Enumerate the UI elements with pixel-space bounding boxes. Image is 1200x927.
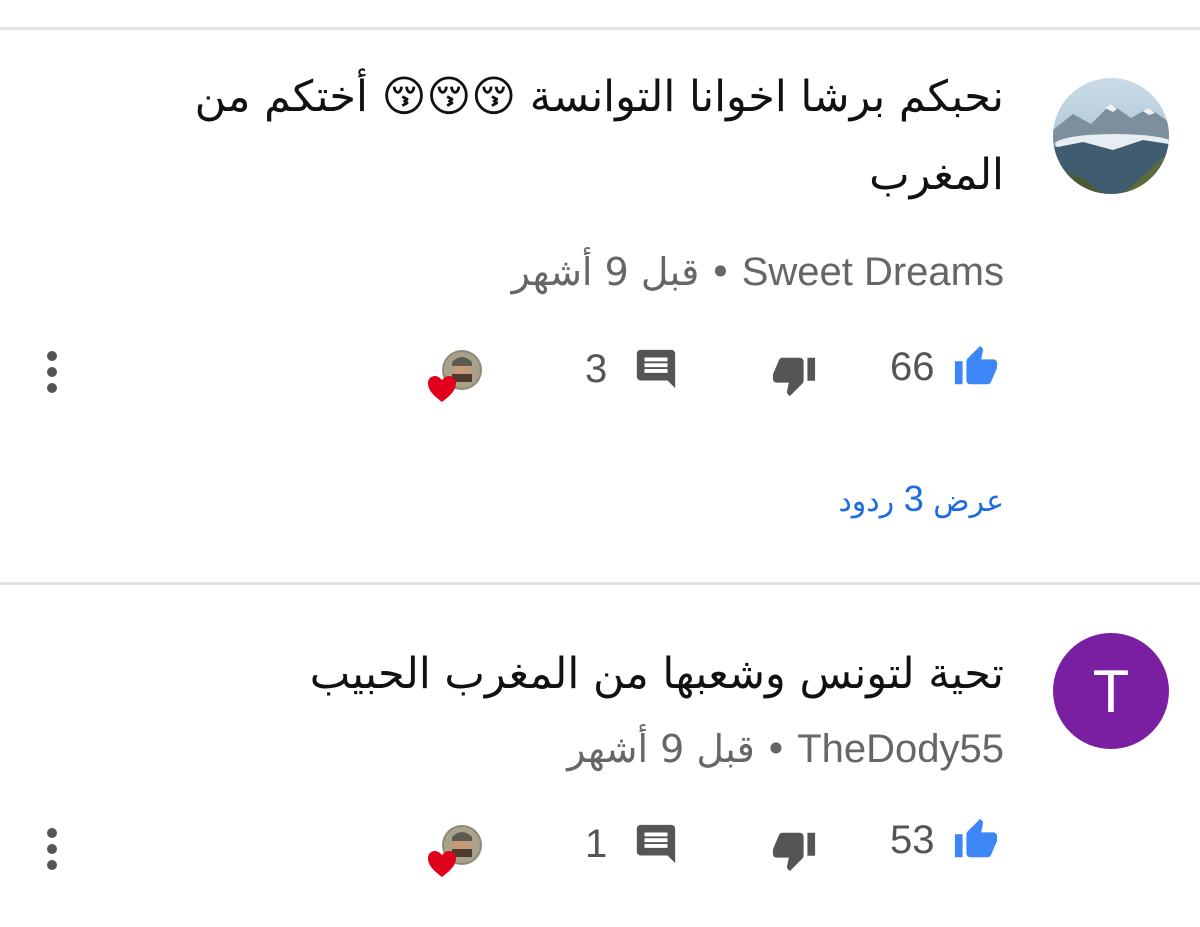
view-replies-link[interactable]: عرض 3 ردود	[838, 478, 1004, 520]
view-replies-suffix: ردود	[838, 484, 895, 519]
author-name[interactable]: Sweet Dreams	[742, 250, 1004, 294]
more-vert-icon	[47, 828, 57, 870]
more-vert-icon	[47, 351, 57, 393]
dislike-button[interactable]	[771, 352, 817, 398]
creator-heart	[426, 348, 486, 408]
avatar[interactable]	[1053, 78, 1169, 194]
creator-heart-icon	[428, 350, 482, 402]
like-count: 53	[890, 817, 935, 862]
comment-time: قبل 9 أشهر	[511, 250, 700, 294]
comment-item: نحبكم برشا اخوانا التوانسة 😚😚😚 أختكم من …	[0, 0, 1200, 580]
like-count: 66	[890, 344, 935, 389]
view-replies-count: 3	[903, 478, 924, 519]
comment-icon	[637, 349, 676, 389]
comment-text: تحية لتونس وشعبها من المغرب الحبيب	[309, 649, 1004, 699]
comment-item: T تحية لتونس وشعبها من المغرب الحبيب The…	[0, 585, 1200, 927]
avatar-letter: T	[1092, 657, 1130, 725]
more-options-button[interactable]	[44, 350, 60, 398]
reply-button[interactable]: 3	[585, 346, 679, 392]
avatar[interactable]: T	[1053, 633, 1169, 749]
meta-separator: •	[709, 250, 732, 294]
creator-heart-icon	[428, 825, 482, 877]
reply-count: 1	[585, 821, 608, 866]
more-options-button[interactable]	[44, 827, 60, 875]
thumbs-down-icon	[772, 357, 816, 397]
reply-button[interactable]: 1	[585, 821, 679, 867]
comment-icon	[637, 824, 676, 864]
thumbs-up-icon	[954, 818, 997, 858]
creator-heart	[426, 823, 486, 883]
comment-meta: Sweet Dreams•قبل 9 أشهر	[512, 250, 1004, 295]
thumbs-up-icon	[954, 345, 997, 385]
comment-time: قبل 9 أشهر	[567, 727, 755, 771]
dislike-button[interactable]	[771, 827, 817, 873]
comment-text: نحبكم برشا اخوانا التوانسة 😚😚😚 أختكم من …	[194, 72, 1004, 200]
like-button[interactable]: 66	[890, 344, 999, 390]
like-button[interactable]: 53	[890, 817, 999, 863]
thumbs-down-icon	[772, 832, 816, 872]
view-replies-prefix: عرض	[933, 484, 1004, 519]
author-name[interactable]: TheDody55	[797, 727, 1004, 771]
meta-separator: •	[764, 727, 788, 771]
reply-count: 3	[585, 346, 608, 391]
landscape-avatar-image	[1053, 78, 1169, 194]
comment-meta: TheDody55•قبل 9 أشهر	[567, 727, 1004, 772]
